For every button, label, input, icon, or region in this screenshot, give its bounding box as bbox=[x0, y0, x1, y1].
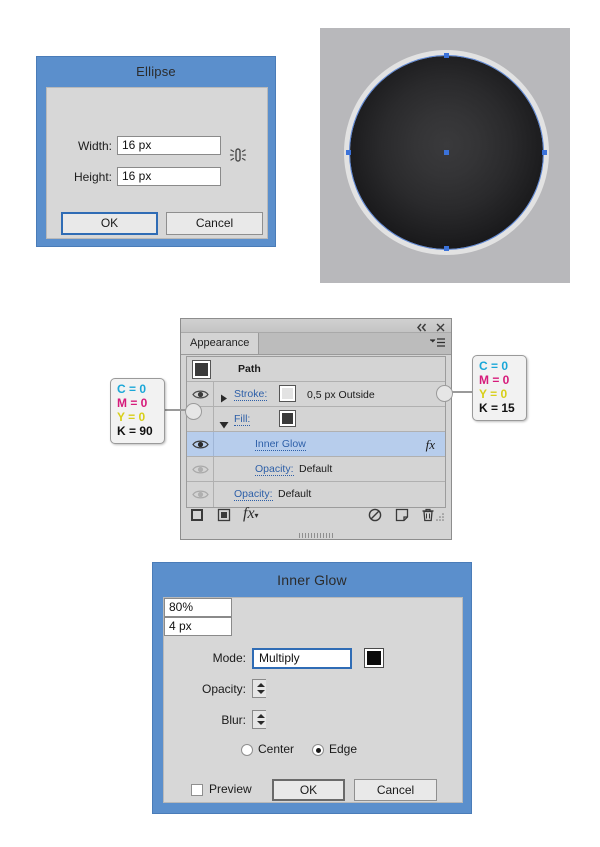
appearance-row-path[interactable]: Path bbox=[187, 357, 445, 382]
preview-checkbox[interactable] bbox=[191, 784, 203, 796]
anchor-point-top[interactable] bbox=[444, 53, 449, 58]
fill-color-swatch[interactable] bbox=[279, 410, 296, 427]
panel-tabbar: Appearance bbox=[181, 333, 451, 355]
fx-icon[interactable]: fx bbox=[426, 437, 435, 453]
radio-edge-label: Edge bbox=[329, 742, 358, 756]
appearance-row-inner-glow[interactable]: Inner Glow fx bbox=[187, 432, 445, 457]
mode-select[interactable]: Multiply bbox=[252, 648, 352, 669]
inner-glow-cancel-button[interactable]: Cancel bbox=[354, 779, 437, 801]
appearance-panel-footer: fx▾ bbox=[186, 505, 446, 527]
clear-appearance-icon[interactable] bbox=[368, 508, 382, 527]
appearance-row-fill[interactable]: Fill: bbox=[187, 407, 445, 432]
stroke-disclosure-triangle[interactable] bbox=[220, 390, 228, 408]
duplicate-item-icon[interactable] bbox=[395, 508, 409, 527]
add-new-effect-icon[interactable]: fx▾ bbox=[243, 505, 259, 523]
preview-label: Preview bbox=[209, 782, 252, 796]
add-new-fill-icon[interactable] bbox=[217, 508, 231, 527]
opacity-label: Opacity: bbox=[201, 682, 246, 696]
constrain-proportions-icon[interactable] bbox=[229, 145, 247, 165]
delete-item-icon[interactable] bbox=[421, 508, 435, 527]
anchor-point-right[interactable] bbox=[542, 150, 547, 155]
inner-glow-label[interactable]: Inner Glow bbox=[255, 438, 306, 451]
appearance-row-fill-opacity[interactable]: Opacity: Default bbox=[187, 457, 445, 482]
blur-stepper[interactable] bbox=[252, 710, 266, 729]
stroke-callout-y: Y = 0 bbox=[479, 387, 508, 401]
appearance-panel: Appearance Path Stroke: 0,5 px Outside F… bbox=[180, 318, 452, 540]
object-opacity-visibility-toggle[interactable] bbox=[187, 482, 214, 507]
appearance-item-list: Path Stroke: 0,5 px Outside Fill: Inner … bbox=[186, 356, 446, 508]
ellipse-dialog-body: Width: 16 px Height: 16 px OK Cancel bbox=[46, 87, 268, 239]
object-opacity-label[interactable]: Opacity: bbox=[234, 488, 273, 501]
width-input[interactable]: 16 px bbox=[117, 136, 221, 155]
fill-callout-m: M = 0 bbox=[117, 396, 148, 410]
height-input[interactable]: 16 px bbox=[117, 167, 221, 186]
fill-opacity-value: Default bbox=[299, 463, 333, 475]
inner-glow-dialog-title: Inner Glow bbox=[277, 572, 347, 588]
ellipse-ok-button[interactable]: OK bbox=[61, 212, 158, 235]
inner-glow-dialog: Inner Glow Mode: Multiply Opacity: 80% B… bbox=[152, 562, 472, 814]
stroke-color-swatch[interactable] bbox=[279, 385, 296, 402]
object-opacity-value: Default bbox=[278, 488, 312, 500]
fill-label[interactable]: Fill: bbox=[234, 413, 251, 426]
opacity-stepper[interactable] bbox=[252, 679, 266, 698]
opacity-input[interactable]: 80% bbox=[164, 598, 232, 617]
ellipse-dialog-title: Ellipse bbox=[136, 64, 176, 79]
appearance-row-object-opacity[interactable]: Opacity: Default bbox=[187, 482, 445, 507]
stroke-callout-c: C = 0 bbox=[479, 359, 509, 373]
fill-callout-c: C = 0 bbox=[117, 382, 147, 396]
blur-label: Blur: bbox=[221, 713, 246, 727]
anchor-point-left[interactable] bbox=[346, 150, 351, 155]
fill-callout-knob bbox=[185, 403, 202, 420]
appearance-row-stroke[interactable]: Stroke: 0,5 px Outside bbox=[187, 382, 445, 407]
tab-appearance[interactable]: Appearance bbox=[181, 333, 260, 354]
fill-callout-y: Y = 0 bbox=[117, 410, 146, 424]
panel-menu-icon[interactable] bbox=[429, 337, 446, 355]
fill-opacity-label[interactable]: Opacity: bbox=[255, 463, 294, 476]
stroke-callout-m: M = 0 bbox=[479, 373, 510, 387]
stroke-color-callout: C = 0 M = 0 Y = 0 K = 15 bbox=[472, 355, 527, 421]
mode-label: Mode: bbox=[212, 651, 246, 665]
inner-glow-dialog-body: Mode: Multiply Opacity: 80% Blur: 4 px C… bbox=[163, 597, 463, 803]
width-label: Width: bbox=[77, 139, 112, 153]
path-swatch[interactable] bbox=[192, 360, 211, 379]
ellipse-dialog: Ellipse Width: 16 px Height: 16 px OK Ca… bbox=[36, 56, 276, 247]
stroke-value: 0,5 px Outside bbox=[307, 389, 375, 401]
inner-glow-ok-button[interactable]: OK bbox=[272, 779, 345, 801]
blur-input[interactable]: 4 px bbox=[164, 617, 232, 636]
panel-drag-grip[interactable] bbox=[299, 533, 333, 538]
anchor-point-bottom[interactable] bbox=[444, 246, 449, 251]
radio-center[interactable] bbox=[241, 744, 253, 756]
fill-callout-k: K = 90 bbox=[117, 424, 153, 438]
resize-grip-icon[interactable] bbox=[436, 508, 445, 526]
panel-titlebar bbox=[181, 319, 451, 333]
fill-opacity-visibility-toggle[interactable] bbox=[187, 457, 214, 481]
glow-color-swatch[interactable] bbox=[364, 648, 384, 668]
ellipse-artwork-preview bbox=[320, 28, 570, 283]
stroke-callout-k: K = 15 bbox=[479, 401, 515, 415]
fill-color-callout: C = 0 M = 0 Y = 0 K = 90 bbox=[110, 378, 165, 444]
ellipse-cancel-button[interactable]: Cancel bbox=[166, 212, 263, 235]
inner-glow-visibility-toggle[interactable] bbox=[187, 432, 214, 456]
stroke-label[interactable]: Stroke: bbox=[234, 388, 268, 401]
radio-center-label: Center bbox=[258, 742, 295, 756]
center-point[interactable] bbox=[444, 150, 449, 155]
height-label: Height: bbox=[73, 170, 112, 184]
path-label: Path bbox=[238, 363, 261, 375]
radio-edge[interactable] bbox=[312, 744, 324, 756]
stroke-callout-knob bbox=[436, 385, 453, 402]
add-new-stroke-icon[interactable] bbox=[190, 508, 204, 527]
